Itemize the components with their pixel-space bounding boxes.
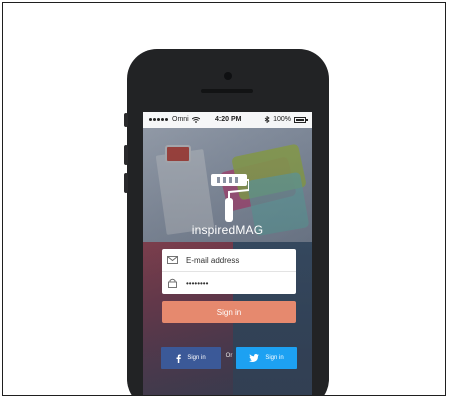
twitter-sign-in-label: Sign in bbox=[265, 355, 284, 361]
carrier-name: Omni bbox=[172, 116, 189, 123]
phone-volume-down bbox=[124, 173, 128, 193]
lock-icon bbox=[162, 278, 182, 288]
image-frame: Omni 4:20 PM 100% inspiredMAG E-mail add… bbox=[2, 2, 446, 396]
twitter-icon bbox=[249, 354, 260, 362]
email-field-row bbox=[162, 249, 296, 272]
twitter-sign-in-button[interactable]: Sign in bbox=[236, 347, 297, 369]
paint-roller-icon bbox=[211, 174, 249, 222]
phone-volume-up bbox=[124, 145, 128, 165]
status-left: Omni bbox=[149, 116, 200, 123]
status-right: 100% bbox=[264, 116, 308, 123]
phone-mute-switch bbox=[124, 113, 128, 127]
password-field-row bbox=[162, 272, 296, 294]
battery-icon bbox=[294, 116, 308, 123]
envelope-icon bbox=[162, 256, 182, 264]
facebook-sign-in-label: Sign in bbox=[187, 355, 206, 361]
brand-name: inspiredMAG bbox=[191, 223, 264, 237]
facebook-sign-in-button[interactable]: Sign in bbox=[161, 347, 221, 369]
login-form bbox=[162, 249, 296, 294]
front-camera bbox=[224, 72, 232, 80]
phone-screen: Omni 4:20 PM 100% inspiredMAG E-mail add… bbox=[143, 112, 312, 395]
or-separator: Or bbox=[225, 353, 233, 359]
password-input[interactable] bbox=[182, 278, 286, 288]
earpiece bbox=[201, 89, 253, 93]
status-time: 4:20 PM bbox=[215, 116, 242, 123]
bluetooth-icon bbox=[264, 116, 270, 123]
status-bar: Omni 4:20 PM 100% bbox=[143, 112, 312, 128]
signal-strength-icon bbox=[149, 116, 169, 123]
sign-in-button[interactable]: Sign in bbox=[162, 301, 296, 323]
email-input[interactable] bbox=[182, 255, 286, 265]
wifi-icon bbox=[191, 116, 200, 123]
facebook-icon bbox=[176, 354, 182, 363]
battery-percent: 100% bbox=[273, 116, 291, 123]
